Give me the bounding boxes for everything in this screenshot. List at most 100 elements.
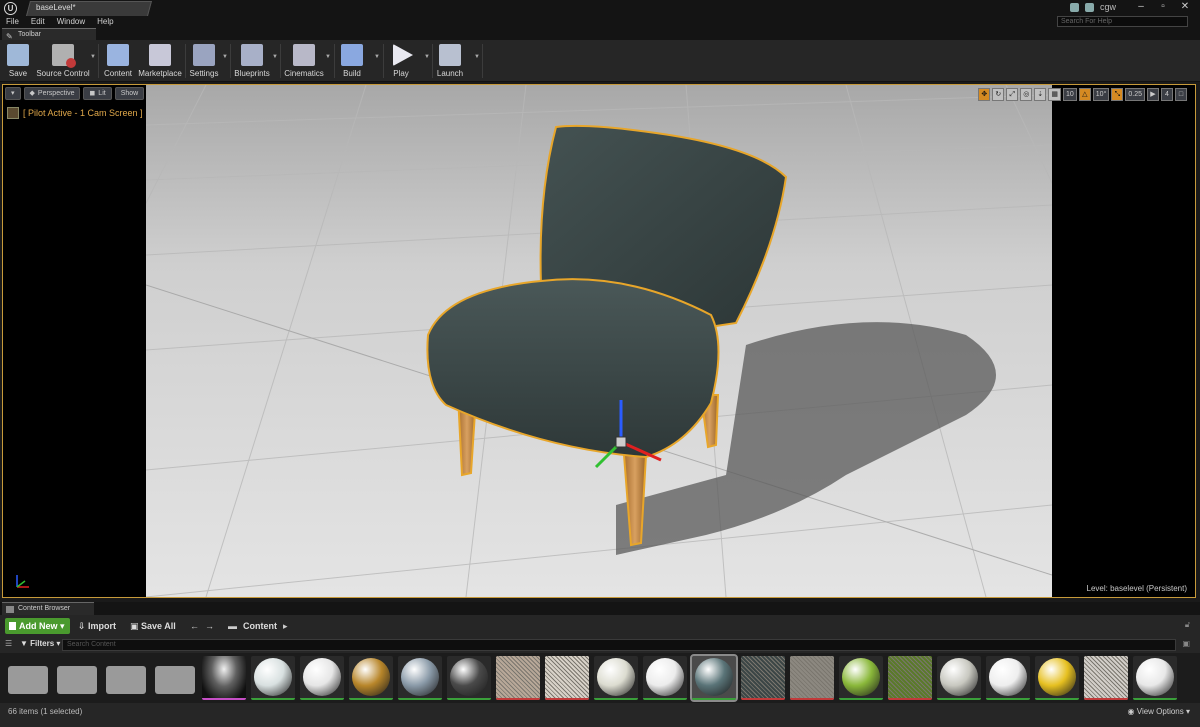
material-thumbnail[interactable] bbox=[300, 656, 344, 700]
lock-icon[interactable]: 🔓︎ bbox=[1185, 620, 1190, 630]
source-control-button[interactable]: Source Control bbox=[36, 42, 90, 80]
material-thumbnail[interactable] bbox=[251, 656, 295, 700]
import-button[interactable]: ⇩ Import bbox=[78, 618, 116, 634]
camera-speed-value[interactable]: 4 bbox=[1161, 88, 1173, 101]
launch-button[interactable]: Launch bbox=[436, 42, 464, 80]
blueprints-dropdown-icon[interactable]: ▼ bbox=[272, 54, 278, 60]
forward-icon[interactable]: → bbox=[205, 621, 214, 631]
translate-icon[interactable]: ✥ bbox=[978, 88, 991, 101]
viewport-menu-button[interactable]: ▾ bbox=[5, 87, 21, 100]
lit-icon: ◼ bbox=[89, 90, 96, 97]
material-thumbnail[interactable] bbox=[986, 656, 1030, 700]
material-thumbnail[interactable] bbox=[643, 656, 687, 700]
material-thumbnail[interactable] bbox=[1035, 656, 1079, 700]
material-thumbnail[interactable] bbox=[690, 654, 738, 702]
folder-thumbnail[interactable] bbox=[104, 656, 148, 700]
toolbar-separator bbox=[230, 44, 231, 78]
cinematics-icon bbox=[293, 44, 315, 66]
rotation-snap-value[interactable]: 10° bbox=[1092, 88, 1110, 101]
save-all-button[interactable]: ▣ Save All bbox=[130, 618, 176, 634]
folder-thumbnail[interactable] bbox=[153, 656, 197, 700]
material-thumbnail[interactable] bbox=[447, 656, 491, 700]
search-history-icon[interactable]: ▣ bbox=[1182, 639, 1190, 648]
asset-type-bar bbox=[349, 698, 393, 700]
rotate-icon[interactable]: ↻ bbox=[992, 88, 1005, 101]
content-browser-status-bar: 66 items (1 selected) ◉ View Options ▾ bbox=[0, 703, 1200, 727]
window-controls: – ▫ ✕ bbox=[1130, 0, 1196, 14]
sources-toggle-icon[interactable]: ☰ bbox=[5, 639, 12, 648]
texture-thumbnail[interactable] bbox=[496, 656, 540, 700]
grid-snap-icon[interactable]: ▦ bbox=[1048, 88, 1061, 101]
texture-thumbnail[interactable] bbox=[790, 656, 834, 700]
close-icon[interactable]: ✕ bbox=[1174, 0, 1196, 14]
view-options-button[interactable]: ◉ View Options ▾ bbox=[1128, 707, 1190, 716]
folder-thumbnail[interactable] bbox=[6, 656, 50, 700]
content-browser-tab[interactable]: Content Browser bbox=[2, 602, 94, 615]
blueprints-button[interactable]: Blueprints bbox=[233, 42, 271, 80]
rotation-snap-icon[interactable]: △ bbox=[1078, 88, 1091, 101]
scale-snap-icon[interactable]: ⤡ bbox=[1111, 88, 1124, 101]
asset-type-bar bbox=[1133, 698, 1177, 700]
path-content[interactable]: Content bbox=[243, 621, 277, 631]
menu-edit[interactable]: Edit bbox=[31, 16, 45, 28]
surface-snap-icon[interactable]: ⇣ bbox=[1034, 88, 1047, 101]
help-search-input[interactable]: Search For Help bbox=[1057, 16, 1188, 27]
show-button[interactable]: Show bbox=[114, 87, 145, 100]
menu-file[interactable]: File bbox=[6, 16, 19, 28]
cinematics-dropdown-icon[interactable]: ▼ bbox=[325, 54, 331, 60]
notification-icon[interactable] bbox=[1070, 2, 1079, 12]
content-button[interactable]: Content bbox=[102, 42, 134, 80]
back-icon[interactable]: ← bbox=[190, 621, 199, 631]
texture-thumbnail[interactable] bbox=[202, 656, 246, 700]
level-viewport[interactable]: ▾ ◆ Perspective ◼ Lit Show [ Pilot Active … bbox=[2, 84, 1196, 598]
build-button[interactable]: Build bbox=[338, 42, 366, 80]
lit-button[interactable]: ◼ Lit bbox=[83, 87, 112, 100]
marketplace-button[interactable]: Marketplace bbox=[138, 42, 182, 80]
minimize-icon[interactable]: – bbox=[1130, 0, 1152, 14]
content-search-input[interactable]: Search Content bbox=[62, 639, 1176, 651]
toolbar-tab[interactable]: ✎ Toolbar bbox=[2, 28, 96, 41]
settings-dropdown-icon[interactable]: ▼ bbox=[222, 54, 228, 60]
cinematics-button[interactable]: Cinematics bbox=[283, 42, 325, 80]
folder-thumbnail[interactable] bbox=[55, 656, 99, 700]
menu-window[interactable]: Window bbox=[57, 16, 85, 28]
sphere-preview-icon bbox=[842, 658, 880, 696]
material-thumbnail[interactable] bbox=[594, 656, 638, 700]
material-thumbnail[interactable] bbox=[349, 656, 393, 700]
build-dropdown-icon[interactable]: ▼ bbox=[374, 54, 380, 60]
play-dropdown-icon[interactable]: ▼ bbox=[424, 54, 430, 60]
scale-icon[interactable]: ⤢ bbox=[1006, 88, 1019, 101]
scene-render[interactable] bbox=[146, 85, 1052, 597]
filters-button[interactable]: ▼ Filters ▾ bbox=[20, 639, 60, 648]
maximize-viewport-icon[interactable]: □ bbox=[1175, 88, 1187, 101]
source-control-dropdown-icon[interactable]: ▼ bbox=[90, 54, 96, 60]
launch-dropdown-icon[interactable]: ▼ bbox=[474, 54, 480, 60]
grid-snap-value[interactable]: 10 bbox=[1062, 88, 1077, 101]
material-thumbnail[interactable] bbox=[1133, 656, 1177, 700]
settings-icon bbox=[193, 44, 215, 66]
material-thumbnail[interactable] bbox=[937, 656, 981, 700]
settings-button[interactable]: Settings bbox=[188, 42, 220, 80]
asset-type-bar bbox=[937, 698, 981, 700]
scale-snap-value[interactable]: 0.25 bbox=[1125, 88, 1145, 101]
material-thumbnail[interactable] bbox=[398, 656, 442, 700]
play-button[interactable]: Play bbox=[387, 42, 415, 80]
maximize-icon[interactable]: ▫ bbox=[1152, 0, 1174, 14]
menu-help[interactable]: Help bbox=[97, 16, 113, 28]
texture-thumbnail[interactable] bbox=[741, 656, 785, 700]
texture-thumbnail[interactable] bbox=[1084, 656, 1128, 700]
texture-thumbnail[interactable] bbox=[545, 656, 589, 700]
material-thumbnail[interactable] bbox=[839, 656, 883, 700]
path-chevron-icon[interactable]: ▸ bbox=[283, 621, 288, 632]
sphere-preview-icon bbox=[352, 658, 390, 696]
texture-thumbnail[interactable] bbox=[888, 656, 932, 700]
eject-pilot-icon[interactable] bbox=[7, 107, 19, 119]
camera-speed-icon[interactable]: ▶ bbox=[1147, 88, 1159, 101]
source-control-status-icon[interactable] bbox=[1085, 2, 1094, 12]
current-level-label: Level: baselevel (Persistent) bbox=[1086, 584, 1188, 593]
add-new-button[interactable]: Add New ▾ bbox=[5, 618, 70, 634]
world-local-icon[interactable]: ◎ bbox=[1020, 88, 1033, 101]
perspective-button[interactable]: ◆ Perspective bbox=[23, 87, 81, 100]
filter-icon: ▼ bbox=[20, 639, 28, 648]
save-button[interactable]: Save bbox=[4, 42, 32, 80]
